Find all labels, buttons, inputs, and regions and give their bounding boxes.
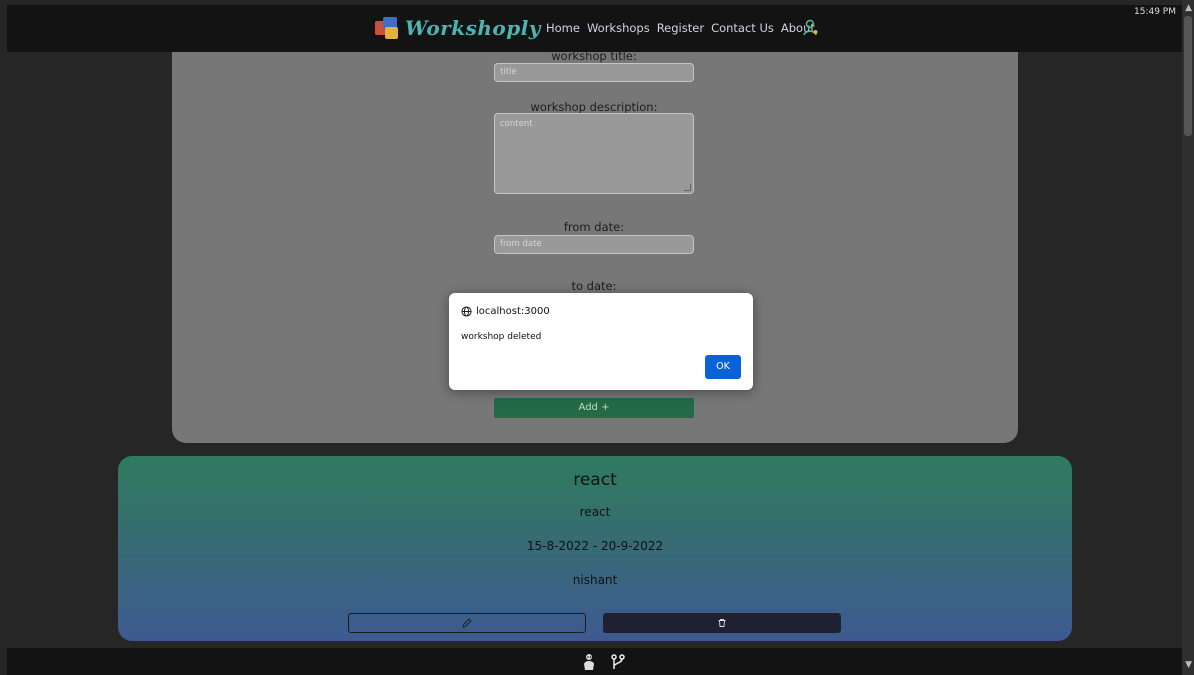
resize-grip-icon[interactable] (684, 184, 691, 191)
add-button[interactable]: Add + (494, 398, 694, 418)
clock: 15:49 PM (1134, 7, 1176, 17)
description-label: workshop description: (530, 100, 658, 114)
ok-button[interactable]: OK (705, 355, 741, 379)
nav-link-home[interactable]: Home (546, 21, 580, 35)
title-label: workshop title: (551, 49, 637, 63)
workshop-card: react react 15-8-2022 - 20-9-2022 nishan… (118, 456, 1072, 641)
workshop-title: react (573, 470, 617, 490)
scroll-down-icon[interactable]: ▼ (1185, 660, 1192, 670)
from-date-label: from date: (563, 220, 625, 234)
delete-button[interactable] (603, 613, 841, 633)
brand-name: Workshoply (405, 16, 541, 40)
workshop-dates: 15-8-2022 - 20-9-2022 (526, 539, 664, 553)
brand-logo-icon (375, 17, 399, 39)
dialog-origin: localhost:3000 (461, 306, 550, 317)
title-input[interactable]: title (494, 63, 694, 82)
scrollbar[interactable]: ▲ ▼ (1182, 0, 1194, 675)
scroll-thumb[interactable] (1184, 16, 1192, 136)
footer (7, 648, 1182, 675)
edit-button[interactable] (348, 613, 586, 633)
dialog-origin-text: localhost:3000 (476, 306, 550, 317)
navbar: Workshoply Home Workshops Register Conta… (7, 5, 1182, 52)
mascot-icon[interactable] (581, 652, 597, 672)
alert-dialog: localhost:3000 workshop deleted OK (449, 293, 753, 390)
description-textarea[interactable]: content (494, 113, 694, 194)
from-date-input[interactable]: from date (494, 235, 694, 254)
workshop-author: nishant (572, 573, 618, 587)
globe-icon (461, 306, 472, 317)
workshop-description: react (579, 505, 611, 519)
pencil-icon (462, 618, 472, 628)
footer-icons (581, 652, 625, 672)
trash-icon (718, 619, 726, 627)
brand[interactable]: Workshoply (375, 16, 541, 40)
user-icon[interactable] (803, 19, 819, 37)
git-branch-icon[interactable] (611, 653, 625, 671)
scroll-up-icon[interactable]: ▲ (1185, 3, 1192, 13)
nav-link-register[interactable]: Register (657, 21, 704, 35)
description-placeholder: content (500, 119, 533, 129)
dialog-message: workshop deleted (461, 332, 542, 342)
nav-link-contact[interactable]: Contact Us (711, 21, 774, 35)
nav-link-workshops[interactable]: Workshops (587, 21, 650, 35)
to-date-label: to date: (571, 279, 617, 293)
nav-links: Home Workshops Register Contact Us About (546, 21, 815, 35)
